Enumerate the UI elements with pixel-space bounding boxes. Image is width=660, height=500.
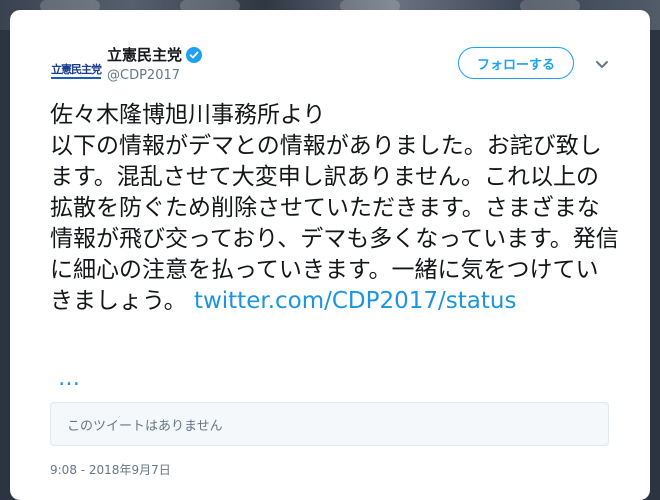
chevron-down-icon[interactable]	[592, 54, 612, 74]
name-row[interactable]: 立憲民主党	[107, 44, 203, 65]
tweet-body: 佐々木隆博旭川事務所より 以下の情報がデマとの情報がありました。お詫び致します。…	[50, 102, 619, 314]
tweet-timestamp[interactable]: 9:08 - 2018年9月7日	[50, 461, 171, 478]
quoted-tweet-unavailable: このツイートはありません	[50, 402, 609, 446]
verified-badge-icon	[186, 46, 203, 63]
display-name[interactable]: 立憲民主党	[107, 44, 182, 65]
tweet-card: 立憲民主党 立憲民主党 @CDP2017 フォローする 佐々木隆博旭川事務所より…	[10, 10, 650, 500]
avatar[interactable]: 立憲民主党	[48, 56, 104, 84]
tweet-text: 佐々木隆博旭川事務所より 以下の情報がデマとの情報がありました。お詫び致します。…	[50, 100, 620, 317]
tweet-header: 立憲民主党 立憲民主党 @CDP2017 フォローする	[10, 10, 650, 98]
tweet-link-ellipsis[interactable]: …	[58, 366, 80, 391]
tweet-link[interactable]: twitter.com/CDP2017/status	[194, 288, 517, 314]
checkmark-icon	[189, 51, 199, 58]
quoted-tweet-message: このツイートはありません	[67, 418, 223, 434]
follow-button[interactable]: フォローする	[458, 47, 574, 79]
user-handle[interactable]: @CDP2017	[107, 68, 180, 83]
avatar-logo-text: 立憲民主党	[51, 61, 102, 79]
